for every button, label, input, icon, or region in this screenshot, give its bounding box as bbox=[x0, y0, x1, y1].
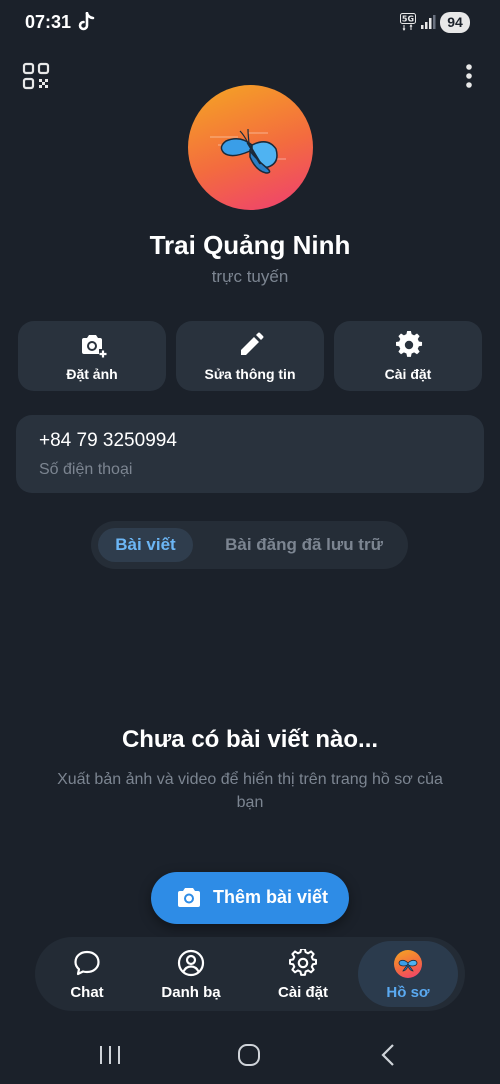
nav-item-contacts[interactable]: Danh bạ bbox=[141, 937, 241, 1011]
nav-item-settings[interactable]: Cài đặt bbox=[253, 937, 353, 1011]
online-status: trực tuyến bbox=[211, 267, 289, 286]
nav-label-contacts: Danh bạ bbox=[161, 984, 221, 1001]
battery-icon: 94 bbox=[440, 12, 470, 33]
gear-icon bbox=[395, 330, 423, 359]
camera-icon bbox=[176, 885, 202, 911]
status-bar: 07:31 5G 94 bbox=[0, 0, 500, 46]
settings-button[interactable]: Cài đặt bbox=[334, 321, 482, 391]
nav-label-settings: Cài đặt bbox=[277, 984, 328, 1001]
set-photo-button[interactable]: Đặt ảnh bbox=[18, 321, 166, 391]
posts-tab-switcher: Bài viết Bài đăng đã lưu trữ bbox=[91, 521, 408, 569]
back-icon[interactable] bbox=[374, 1042, 404, 1068]
qr-code-icon[interactable] bbox=[22, 62, 50, 90]
tab-archived-posts[interactable]: Bài đăng đã lưu trữ bbox=[209, 528, 399, 562]
recent-apps-icon[interactable] bbox=[95, 1042, 125, 1068]
network-5g-icon: 5G bbox=[400, 13, 416, 31]
empty-state-title: Chưa có bài viết nào... bbox=[121, 726, 379, 753]
pencil-icon bbox=[237, 331, 265, 359]
chat-bubble-icon bbox=[73, 949, 101, 977]
home-icon[interactable] bbox=[234, 1042, 264, 1068]
status-time: 07:31 bbox=[25, 12, 72, 32]
profile-name: Trai Quảng Ninh bbox=[149, 230, 351, 260]
settings-label: Cài đặt bbox=[384, 366, 432, 382]
add-post-button[interactable]: Thêm bài viết bbox=[151, 872, 349, 924]
phone-number: +84 79 3250994 bbox=[39, 430, 177, 451]
tab-posts[interactable]: Bài viết bbox=[98, 528, 193, 562]
phone-label: Số điện thoại bbox=[39, 461, 133, 478]
more-vertical-icon[interactable] bbox=[458, 62, 480, 90]
edit-info-button[interactable]: Sửa thông tin bbox=[176, 321, 324, 391]
camera-add-icon bbox=[79, 331, 107, 359]
signal-icon bbox=[420, 14, 436, 30]
profile-avatar-icon bbox=[394, 950, 422, 978]
nav-label-profile: Hồ sơ bbox=[386, 984, 430, 1001]
empty-state-description: Xuất bản ảnh và video để hiển thị trên t… bbox=[57, 771, 443, 811]
phone-info-card[interactable]: +84 79 3250994 Số điện thoại bbox=[16, 415, 484, 493]
tiktok-icon bbox=[78, 11, 96, 32]
nav-item-chat[interactable]: Chat bbox=[37, 937, 137, 1011]
butterfly-icon bbox=[210, 128, 286, 174]
add-post-label: Thêm bài viết bbox=[213, 887, 329, 907]
bottom-navigation: Chat Danh bạ Cài đặt Hồ sơ bbox=[35, 937, 465, 1011]
network-label: 5G bbox=[402, 15, 414, 24]
contacts-icon bbox=[177, 949, 205, 977]
nav-item-profile[interactable]: Hồ sơ bbox=[358, 941, 458, 1007]
nav-label-chat: Chat bbox=[70, 984, 104, 1001]
edit-info-label: Sửa thông tin bbox=[204, 366, 296, 382]
avatar[interactable] bbox=[188, 85, 313, 210]
set-photo-label: Đặt ảnh bbox=[66, 366, 118, 382]
gear-icon bbox=[288, 947, 318, 977]
system-navigation-bar bbox=[0, 1024, 500, 1084]
